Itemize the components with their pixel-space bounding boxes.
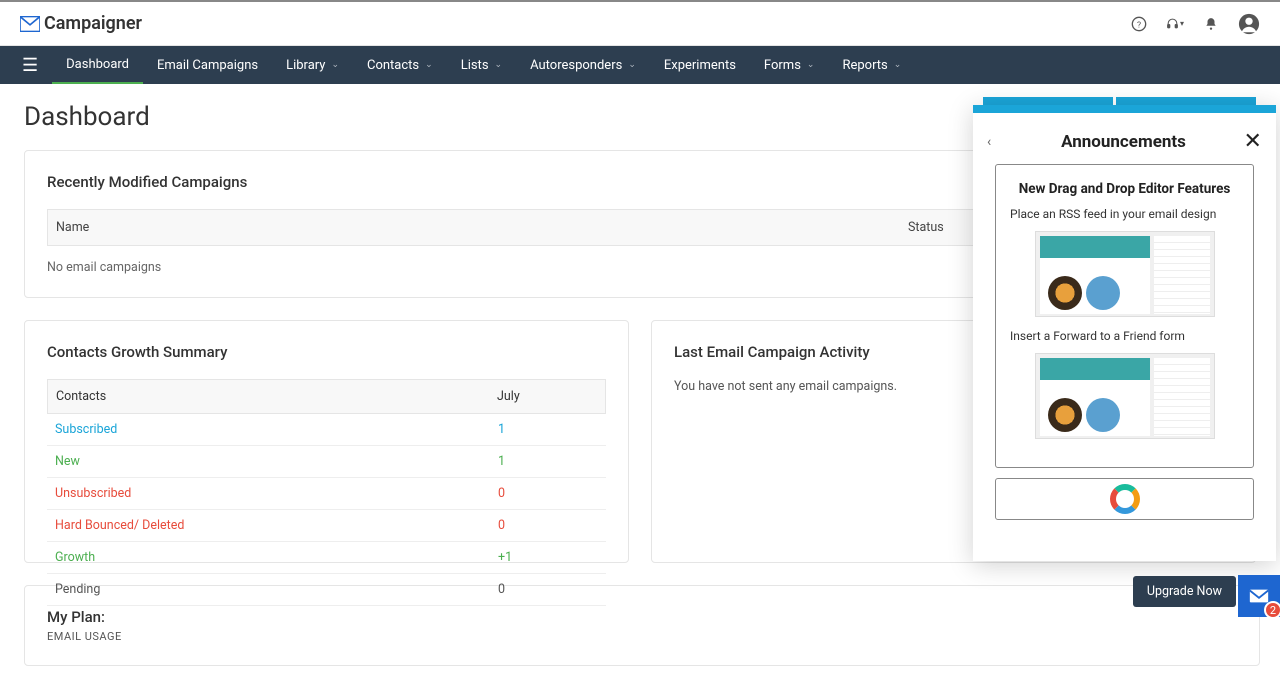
chat-badge: 2 — [1264, 601, 1280, 619]
nav-label: Forms — [764, 58, 801, 73]
brand-logo[interactable]: Campaigner — [20, 13, 142, 34]
headset-icon[interactable]: ▾ — [1166, 15, 1184, 33]
help-icon[interactable]: ? — [1130, 15, 1148, 33]
plan-title: My Plan: — [47, 608, 1237, 626]
chevron-down-icon: ⌄ — [807, 60, 815, 70]
chevron-down-icon: ⌄ — [495, 60, 503, 70]
announcements-close-icon[interactable]: ✕ — [1240, 129, 1262, 154]
nav-reports[interactable]: Reports ⌄ — [828, 46, 915, 84]
announcements-title: Announcements — [1061, 132, 1186, 152]
announcement-1-title: New Drag and Drop Editor Features — [1010, 181, 1239, 197]
nav-forms[interactable]: Forms ⌄ — [750, 46, 829, 84]
contacts-row-label[interactable]: Subscribed — [55, 422, 498, 437]
nav-email-campaigns[interactable]: Email Campaigns — [143, 46, 272, 84]
contacts-row-value: 0 — [498, 486, 598, 501]
contacts-row: Pending0 — [47, 574, 606, 606]
contacts-head: Contacts July — [47, 379, 606, 414]
contacts-row-value: +1 — [498, 550, 598, 565]
contacts-row-label: Pending — [55, 582, 498, 597]
avatar-icon[interactable] — [1238, 13, 1260, 35]
brand-name: Campaigner — [44, 13, 142, 34]
contacts-row-value: 1 — [498, 454, 598, 469]
contacts-row-value: 1 — [498, 422, 598, 437]
nav-label: Reports — [842, 58, 887, 73]
nav-experiments[interactable]: Experiments — [650, 46, 750, 84]
plan-sub: EMAIL USAGE — [47, 630, 1237, 643]
announcement-1-text-2: Insert a Forward to a Friend form — [1010, 329, 1239, 343]
contacts-row-label: Growth — [55, 550, 498, 565]
announcements-back-icon[interactable]: ‹ — [987, 134, 1007, 150]
nav-lists[interactable]: Lists ⌄ — [447, 46, 516, 84]
announcements-panel: ‹ Announcements ✕ New Drag and Drop Edit… — [973, 105, 1276, 561]
svg-text:?: ? — [1137, 20, 1141, 30]
contacts-row-label: New — [55, 454, 498, 469]
bell-icon[interactable] — [1202, 15, 1220, 33]
announcement-1-image-1 — [1035, 231, 1215, 317]
nav-dashboard[interactable]: Dashboard — [52, 46, 143, 84]
contacts-card-title: Contacts Growth Summary — [47, 343, 606, 361]
announcement-card-2[interactable] — [995, 478, 1254, 520]
nav-label: Autoresponders — [530, 58, 622, 73]
announcement-card-1[interactable]: New Drag and Drop Editor Features Place … — [995, 164, 1254, 468]
nav-library[interactable]: Library ⌄ — [272, 46, 353, 84]
contacts-row: Hard Bounced/ Deleted0 — [47, 510, 606, 542]
contacts-row-label: Hard Bounced/ Deleted — [55, 518, 498, 533]
upgrade-button[interactable]: Upgrade Now — [1133, 576, 1236, 607]
th-name: Name — [56, 220, 908, 235]
donut-chart-icon — [1110, 484, 1140, 514]
header-actions: ? ▾ — [1130, 13, 1260, 35]
nav-label: Experiments — [664, 58, 736, 73]
nav-label: Dashboard — [66, 57, 129, 72]
nav-label: Library — [286, 58, 325, 73]
hamburger-icon[interactable]: ☰ — [8, 55, 52, 76]
contacts-row: Subscribed1 — [47, 414, 606, 446]
contacts-row: New1 — [47, 446, 606, 478]
contacts-head-label: Contacts — [56, 389, 497, 404]
contacts-row-label: Unsubscribed — [55, 486, 498, 501]
contacts-row-value: 0 — [498, 518, 598, 533]
chevron-down-icon: ⌄ — [425, 60, 433, 70]
chevron-down-icon: ⌄ — [331, 60, 339, 70]
nav-label: Email Campaigns — [157, 58, 258, 73]
contacts-head-period: July — [497, 389, 597, 404]
contacts-growth-card: Contacts Growth Summary Contacts July Su… — [24, 320, 629, 563]
main-nav: ☰ DashboardEmail CampaignsLibrary⌄Contac… — [0, 46, 1280, 84]
chevron-down-icon: ⌄ — [894, 60, 902, 70]
contacts-row: Unsubscribed0 — [47, 478, 606, 510]
chat-widget[interactable]: 2 — [1238, 575, 1280, 617]
campaigner-logo-icon — [20, 16, 40, 32]
contacts-row-value: 0 — [498, 582, 598, 597]
header: Campaigner ? ▾ — [0, 2, 1280, 46]
nav-autoresponders[interactable]: Autoresponders ⌄ — [516, 46, 650, 84]
nav-contacts[interactable]: Contacts ⌄ — [353, 46, 447, 84]
announcement-1-text-1: Place an RSS feed in your email design — [1010, 207, 1239, 221]
nav-label: Lists — [461, 58, 489, 73]
announcement-1-image-2 — [1035, 353, 1215, 439]
nav-label: Contacts — [367, 58, 419, 73]
chevron-down-icon: ⌄ — [628, 60, 636, 70]
contacts-row: Growth+1 — [47, 542, 606, 574]
